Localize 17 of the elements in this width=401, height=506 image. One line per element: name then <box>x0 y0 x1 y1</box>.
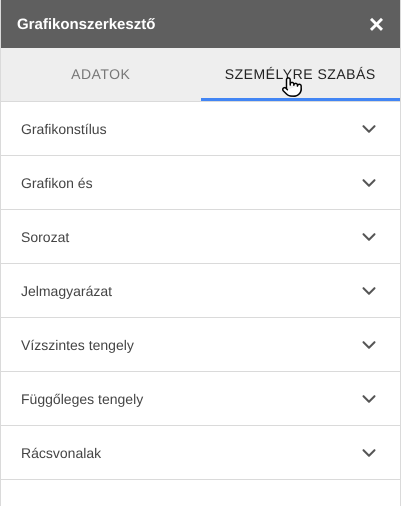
section-row[interactable]: Függőleges tengely <box>1 372 400 426</box>
section-row[interactable]: Grafikonstílus <box>1 102 400 156</box>
section-row[interactable]: Sorozat <box>1 210 400 264</box>
section-row[interactable]: Vízszintes tengely <box>1 318 400 372</box>
close-button[interactable]: × <box>364 11 388 37</box>
section-label: Jelmagyarázat <box>21 282 112 298</box>
section-label: Rácsvonalak <box>21 444 102 460</box>
section-label: Grafikon és <box>21 174 93 190</box>
window-title: Grafikonszerkesztő <box>17 16 156 32</box>
tab[interactable]: ADATOK <box>1 48 200 101</box>
section-row[interactable]: Rácsvonalak <box>1 426 400 480</box>
section-label: Függőleges tengely <box>21 390 144 406</box>
section-row[interactable]: Grafikon és <box>1 156 400 210</box>
section-label: Grafikonstílus <box>21 120 107 136</box>
section-label: Vízszintes tengely <box>21 336 134 352</box>
section-row[interactable]: Jelmagyarázat <box>1 264 400 318</box>
section-label: Sorozat <box>21 228 70 244</box>
